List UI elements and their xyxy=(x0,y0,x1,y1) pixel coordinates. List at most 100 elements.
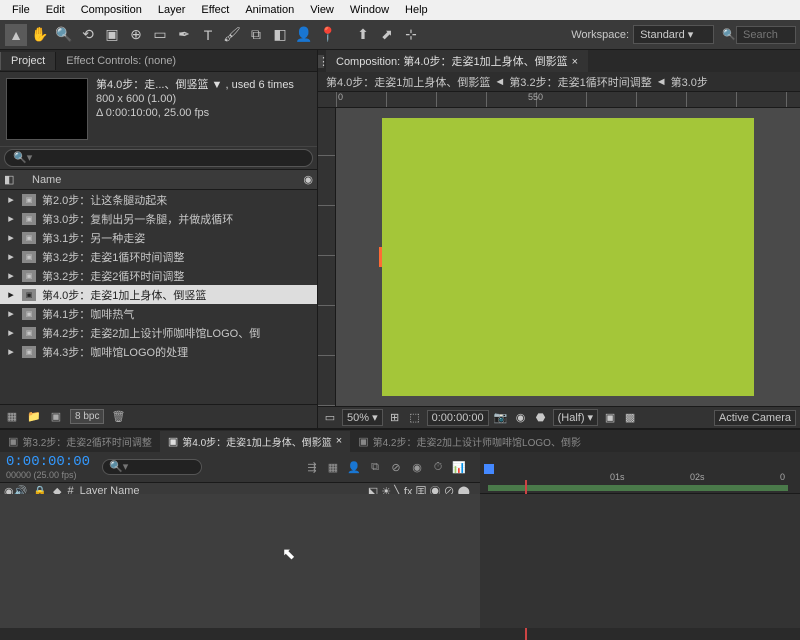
project-item[interactable]: ▸▣第4.1步：咖啡热气 xyxy=(0,304,317,323)
rectangle-tool-icon[interactable]: ▭ xyxy=(149,24,171,46)
mask-toggle-icon[interactable]: ⬚ xyxy=(407,410,423,426)
folder-icon: ▸ xyxy=(4,307,18,321)
clone-tool-icon[interactable]: ⧉ xyxy=(245,24,267,46)
list-type-column[interactable]: ◧ xyxy=(4,173,28,186)
tab-comp-icon: ▣ xyxy=(168,435,178,448)
draft-3d-icon[interactable]: ▦ xyxy=(324,458,342,476)
item-label: 第3.1步：另一种走姿 xyxy=(42,230,145,246)
comp-type-icon: ▣ xyxy=(22,213,36,225)
roto-tool-icon[interactable]: 👤 xyxy=(293,24,315,46)
project-item[interactable]: ▸▣第4.3步：咖啡馆LOGO的处理 xyxy=(0,342,317,361)
menu-layer[interactable]: Layer xyxy=(150,4,194,16)
color-mgmt-icon[interactable]: ⬣ xyxy=(533,410,549,426)
project-panel: Project Effect Controls: (none) 第4.0步：走.… xyxy=(0,50,318,428)
timeline-tab[interactable]: ▣第3.2步：走姿2循环时间调整 xyxy=(0,431,160,452)
hand-tool-icon[interactable]: ✋ xyxy=(29,24,51,46)
project-item-list: ▸▣第2.0步：让这条腿动起来▸▣第3.0步：复制出另一条腿，并做成循环▸▣第3… xyxy=(0,190,317,404)
view-axis-icon[interactable]: ⊹ xyxy=(400,24,422,46)
menu-animation[interactable]: Animation xyxy=(237,4,302,16)
folder-icon: ▸ xyxy=(4,231,18,245)
project-item[interactable]: ▸▣第4.2步：走姿2加上设计师咖啡馆LOGO、倒 xyxy=(0,323,317,342)
timeline-timecode[interactable]: 0:00:00:00 xyxy=(6,454,90,470)
zoom-level[interactable]: 50% ▾ xyxy=(342,409,383,426)
auto-keyframe-icon[interactable]: ⏱ xyxy=(429,458,447,476)
composition-canvas[interactable] xyxy=(382,118,754,396)
folder-icon: ▸ xyxy=(4,269,18,283)
menu-view[interactable]: View xyxy=(302,4,342,16)
tab-effect-controls[interactable]: Effect Controls: (none) xyxy=(56,52,186,70)
project-item[interactable]: ▸▣第3.2步：走姿1循环时间调整 xyxy=(0,247,317,266)
menu-edit[interactable]: Edit xyxy=(38,4,73,16)
current-time[interactable]: 0:00:00:00 xyxy=(427,410,489,426)
camera-tool-icon[interactable]: ▣ xyxy=(101,24,123,46)
zoom-tool-icon[interactable]: 🔍 xyxy=(53,24,75,46)
timeline-search-input[interactable] xyxy=(102,459,202,475)
roi-icon[interactable]: ▣ xyxy=(602,410,618,426)
local-axis-icon[interactable]: ⬆ xyxy=(352,24,374,46)
help-search-input[interactable] xyxy=(736,26,796,44)
brush-tool-icon[interactable]: 🖌 xyxy=(221,24,243,46)
item-label: 第2.0步：让这条腿动起来 xyxy=(42,192,167,208)
list-label-column[interactable]: ◉ xyxy=(303,173,313,186)
project-item[interactable]: ▸▣第3.1步：另一种走姿 xyxy=(0,228,317,247)
project-item[interactable]: ▸▣第4.0步：走姿1加上身体、倒竖篮 xyxy=(0,285,317,304)
folder-icon: ▸ xyxy=(4,288,18,302)
grid-icon[interactable]: ⊞ xyxy=(387,410,403,426)
work-area-bar[interactable] xyxy=(488,485,788,491)
resolution-dropdown[interactable]: (Half) ▾ xyxy=(553,409,598,426)
folder-icon: ▸ xyxy=(4,250,18,264)
project-item[interactable]: ▸▣第3.0步：复制出另一条腿，并做成循环 xyxy=(0,209,317,228)
project-info: 第4.0步：走...、倒竖篮 ▼ , used 6 times 800 x 60… xyxy=(96,78,311,140)
layer-list-area[interactable] xyxy=(0,494,480,628)
channel-icon[interactable]: ◉ xyxy=(513,410,529,426)
pan-behind-tool-icon[interactable]: ⊕ xyxy=(125,24,147,46)
world-axis-icon[interactable]: ⬈ xyxy=(376,24,398,46)
always-preview-icon[interactable]: ▭ xyxy=(322,410,338,426)
timeline-tab[interactable]: ▣第4.2步：走姿2加上设计师咖啡馆LOGO、倒影 xyxy=(350,431,589,452)
close-tab-icon[interactable]: × xyxy=(572,56,578,68)
project-search-input[interactable] xyxy=(4,149,313,167)
menu-window[interactable]: Window xyxy=(342,4,397,16)
composition-breadcrumb[interactable]: 第4.0步：走姿1加上身体、倒影篮 ◄ 第3.2步：走姿1循环时间调整 ◄ 第3… xyxy=(318,72,800,92)
pen-tool-icon[interactable]: ✒ xyxy=(173,24,195,46)
timeline-tab[interactable]: ▣第4.0步：走姿1加上身体、倒影篮 × xyxy=(160,431,350,452)
menu-composition[interactable]: Composition xyxy=(73,4,150,16)
text-tool-icon[interactable]: T xyxy=(197,24,219,46)
item-label: 第4.0步：走姿1加上身体、倒竖篮 xyxy=(42,287,206,303)
project-item[interactable]: ▸▣第3.2步：走姿2循环时间调整 xyxy=(0,266,317,285)
shy-icon[interactable]: 👤 xyxy=(345,458,363,476)
folder-icon: ▸ xyxy=(4,345,18,359)
snapshot-icon[interactable]: 📷 xyxy=(493,410,509,426)
selection-tool-icon[interactable]: ▲ xyxy=(5,24,27,46)
bpc-indicator[interactable]: 8 bpc xyxy=(70,409,104,424)
eraser-tool-icon[interactable]: ◧ xyxy=(269,24,291,46)
comp-mini-flowchart-icon[interactable]: ⇶ xyxy=(303,458,321,476)
brainstorm-icon[interactable]: ◉ xyxy=(408,458,426,476)
camera-view-dropdown[interactable]: Active Camera xyxy=(714,410,796,426)
close-tab-icon[interactable]: × xyxy=(336,435,342,447)
composition-viewer[interactable] xyxy=(336,108,800,406)
graph-editor-icon[interactable]: 📊 xyxy=(450,458,468,476)
menu-help[interactable]: Help xyxy=(397,4,436,16)
tab-project[interactable]: Project xyxy=(0,52,56,70)
item-label: 第4.3步：咖啡馆LOGO的处理 xyxy=(42,344,188,360)
interpret-footage-icon[interactable]: ▦ xyxy=(4,409,20,425)
motion-blur-icon[interactable]: ⊘ xyxy=(387,458,405,476)
puppet-tool-icon[interactable]: 📍 xyxy=(317,24,339,46)
transparency-grid-icon[interactable]: ▩ xyxy=(622,410,638,426)
rotate-tool-icon[interactable]: ⟲ xyxy=(77,24,99,46)
tab-composition[interactable]: Composition: 第4.0步：走姿1加上身体、倒影篮× xyxy=(326,50,588,72)
timeline-track-area[interactable] xyxy=(480,494,800,628)
menu-file[interactable]: File xyxy=(4,4,38,16)
delete-icon[interactable]: 🗑 xyxy=(110,409,126,425)
new-folder-icon[interactable]: 📁 xyxy=(26,409,42,425)
project-item[interactable]: ▸▣第2.0步：让这条腿动起来 xyxy=(0,190,317,209)
frame-blend-icon[interactable]: ⧉ xyxy=(366,458,384,476)
tab-comp-icon: ▣ xyxy=(358,435,368,448)
item-label: 第3.0步：复制出另一条腿，并做成循环 xyxy=(42,211,233,227)
workspace-dropdown[interactable]: Standard ▾ xyxy=(633,25,714,44)
new-comp-icon[interactable]: ▣ xyxy=(48,409,64,425)
panel-grip-icon[interactable]: ⋮ xyxy=(318,55,324,68)
menu-effect[interactable]: Effect xyxy=(193,4,237,16)
list-name-column[interactable]: Name xyxy=(28,174,303,186)
